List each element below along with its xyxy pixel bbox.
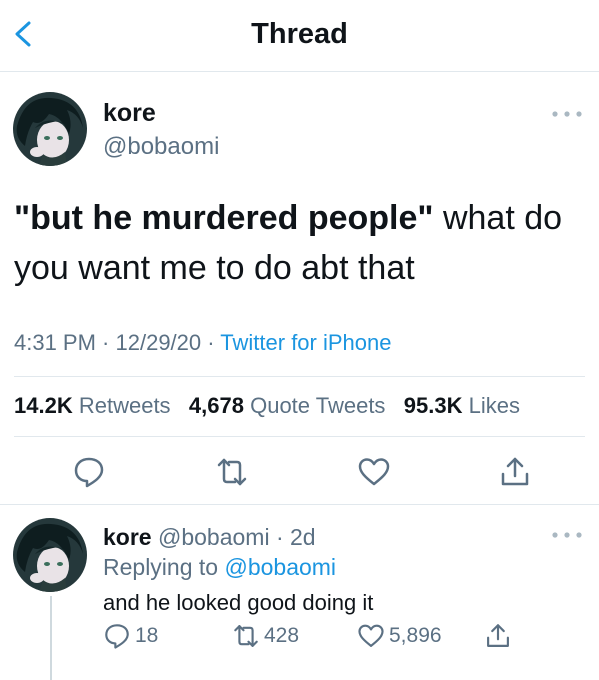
like-count: 5,896 [389,624,442,647]
page-title: Thread [251,18,348,50]
retweets-stat[interactable]: 14.2K Retweets [14,393,171,418]
retweet-icon [234,625,258,647]
quotes-count: 4,678 [188,393,244,418]
reply-header: kore @bobaomi · 2d [103,524,316,551]
like-icon [358,624,384,647]
divider [14,436,585,437]
like-icon[interactable] [357,455,391,489]
reply-icon[interactable] [72,455,106,489]
retweets-count: 14.2K [14,393,73,418]
tweet-source-link[interactable]: Twitter for iPhone [220,330,391,355]
thread-line [50,596,52,680]
quotes-stat[interactable]: 4,678 Quote Tweets [189,393,386,418]
replying-to-link[interactable]: @bobaomi [224,554,336,580]
tweet-text: "but he murdered people" what do you wan… [14,193,584,293]
retweet-icon[interactable] [215,455,249,489]
replying-to: Replying to @bobaomi [103,554,336,581]
divider [0,504,599,505]
reply-count: 18 [135,624,159,647]
reply-icon [105,624,129,649]
tweet-date: 12/29/20 [115,330,202,355]
share-icon[interactable] [498,455,532,489]
avatar[interactable] [13,92,87,166]
replying-prefix: Replying to [103,554,219,580]
retweets-label: Retweets [78,393,171,418]
quotes-label: Quote Tweets [250,393,386,418]
avatar[interactable] [13,518,87,592]
share-action[interactable] [484,622,516,650]
tweet-meta: 4:31 PM · 12/29/20 · Twitter for iPhone [14,330,391,356]
tweet-stats: 14.2K Retweets 4,678 Quote Tweets 95.3K … [14,393,520,419]
reply-text: and he looked good doing it [103,590,374,615]
retweet-action[interactable]: 428 [232,622,299,650]
retweet-count: 428 [264,624,300,647]
reply-author-handle[interactable]: @bobaomi [158,524,270,550]
like-action[interactable]: 5,896 [357,622,442,650]
meta-separator: · [201,330,221,355]
likes-stat[interactable]: 95.3K Likes [404,393,520,418]
more-options-icon[interactable] [549,107,585,121]
tweet-quote: "but he murdered people" [14,199,434,237]
divider [14,376,585,377]
reply-time: · 2d [275,524,316,550]
meta-separator: · [95,330,116,355]
reply-author-name[interactable]: kore [103,524,152,550]
header-divider [0,71,599,72]
author-handle[interactable]: @bobaomi [103,133,219,161]
tweet-time: 4:31 PM [14,330,96,355]
more-options-icon[interactable] [549,528,585,542]
share-icon [487,624,509,647]
author-name[interactable]: kore [103,99,156,128]
reply-action[interactable]: 18 [103,622,158,650]
likes-count: 95.3K [403,393,463,418]
likes-label: Likes [468,393,520,418]
